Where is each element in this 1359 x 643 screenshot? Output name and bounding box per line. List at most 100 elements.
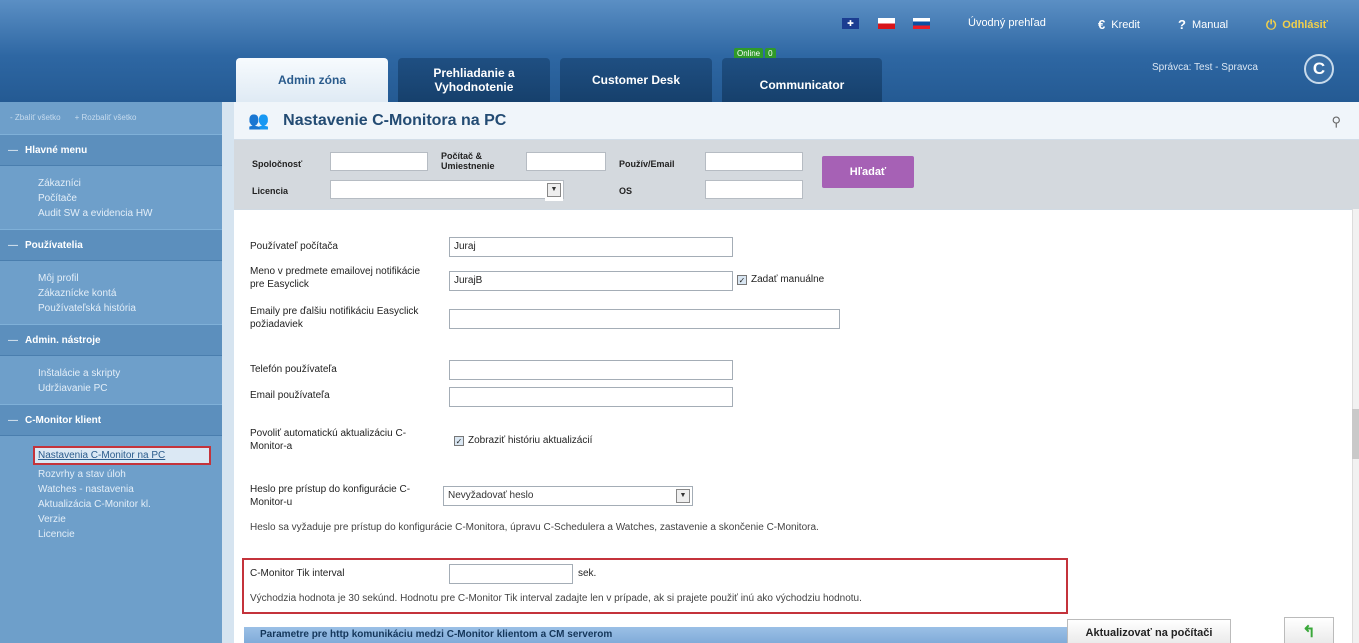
- power-icon: ⏻: [1266, 17, 1277, 32]
- overview-link[interactable]: Úvodný prehľad: [968, 17, 1046, 29]
- tab-customer-desk[interactable]: Customer Desk: [560, 58, 712, 102]
- users-icon: 👥: [248, 110, 270, 130]
- scrollbar-thumb[interactable]: [1352, 409, 1359, 459]
- checkbox-checked-icon[interactable]: ✓: [454, 436, 464, 446]
- config-password-select[interactable]: Nevyžadovať heslo ▼: [443, 486, 693, 506]
- app-logo: C: [1304, 54, 1334, 84]
- credit-link-label: Kredit: [1111, 18, 1140, 31]
- sidebar-item-watches[interactable]: Watches - nastavenia: [38, 482, 222, 497]
- sidebar-item-aktualizacia[interactable]: Aktualizácia C-Monitor kl.: [38, 497, 222, 512]
- phone-label: Telefón používateľa: [250, 364, 337, 375]
- manual-entry-option[interactable]: ✓ Zadať manuálne: [737, 274, 824, 287]
- tik-interval-input[interactable]: [449, 564, 573, 584]
- sidebar-item-moj-profil[interactable]: Môj profil: [38, 271, 222, 286]
- logout-link[interactable]: ⏻ Odhlásiť: [1266, 17, 1328, 33]
- sidebar-item-verzie[interactable]: Verzie: [38, 512, 222, 527]
- chevron-down-icon: ▼: [676, 489, 690, 503]
- filter-company-input[interactable]: [330, 152, 428, 171]
- http-params-header[interactable]: Parametre pre http komunikáciu medzi C-M…: [244, 627, 1082, 643]
- collapse-all-link[interactable]: - Zbaliť všetko: [10, 113, 61, 134]
- sidebar-item-zakaznici[interactable]: Zákazníci: [38, 176, 222, 191]
- computer-user-input[interactable]: Juraj: [449, 237, 733, 257]
- filter-user-input[interactable]: [705, 152, 803, 171]
- chevron-down-icon: ▼: [547, 183, 561, 197]
- checkbox-checked-icon[interactable]: ✓: [737, 275, 747, 285]
- back-arrow-icon: ↰: [1302, 623, 1316, 641]
- cz-flag-icon[interactable]: [878, 18, 895, 29]
- filter-license-select[interactable]: ▼: [330, 180, 564, 201]
- page-title: Nastavenie C-Monitora na PC: [283, 111, 507, 129]
- tik-interval-label: C-Monitor Tik interval: [250, 568, 345, 579]
- notification-name-label: Meno v predmete emailovej notifikácie pr…: [250, 266, 421, 290]
- sidebar-item-pocitace[interactable]: Počítače: [38, 191, 222, 206]
- sidebar-section-c-monitor-klient[interactable]: C-Monitor klient: [0, 404, 222, 436]
- tab-label: Communicator: [759, 77, 845, 92]
- top-bar: ✚ Úvodný prehľad € Kredit ? Manual ⏻ Odhlás…: [0, 0, 1359, 45]
- tab-label: Admin zóna: [278, 72, 346, 87]
- computer-user-label: Používateľ počítača: [250, 241, 338, 252]
- section-title: C-Monitor klient: [25, 414, 102, 426]
- admin-user-label: Správca: Test - Spravca: [1152, 62, 1258, 73]
- sidebar-section-items: Môj profil Zákaznícke kontá Používateľsk…: [0, 261, 222, 324]
- filter-user-label: Použív/Email: [619, 159, 675, 169]
- tab-prehliadanie[interactable]: Prehliadanie a Vyhodnotenie: [398, 58, 550, 102]
- tab-label: Customer Desk: [591, 72, 681, 87]
- sidebar-item-nastavenia-c-monitor[interactable]: Nastavenia C-Monitor na PC: [33, 446, 211, 465]
- sidebar-item-audit[interactable]: Audit SW a evidencia HW: [38, 206, 222, 221]
- sidebar-section-hlavne-menu[interactable]: Hlavné menu: [0, 134, 222, 166]
- update-history-label: Zobraziť históriu aktualizácií: [468, 435, 593, 446]
- filter-license-label: Licencia: [252, 186, 289, 196]
- logout-link-label: Odhlásiť: [1282, 19, 1328, 31]
- sidebar-item-licencie[interactable]: Licencie: [38, 527, 222, 542]
- sidebar: - Zbaliť všetko + Rozbaliť všetko Hlavné…: [0, 102, 222, 643]
- tik-interval-note: Východzia hodnota je 30 sekúnd. Hodnotu …: [250, 593, 862, 604]
- sidebar-splitter[interactable]: [222, 102, 234, 643]
- sidebar-item-zakaznicke-konta[interactable]: Zákaznícke kontá: [38, 286, 222, 301]
- notification-name-input[interactable]: JurajB: [449, 271, 733, 291]
- email-input[interactable]: [449, 387, 733, 407]
- extra-emails-input[interactable]: [449, 309, 840, 329]
- update-history-option[interactable]: ✓ Zobraziť históriu aktualizácií: [454, 435, 592, 448]
- filter-os-input[interactable]: [705, 180, 803, 199]
- tik-interval-unit: sek.: [578, 568, 597, 579]
- euro-icon: €: [1098, 17, 1106, 32]
- section-title: Používatelia: [25, 239, 83, 251]
- expand-all-link[interactable]: + Rozbaliť všetko: [75, 113, 137, 134]
- config-password-value: Nevyžadovať heslo: [448, 490, 534, 501]
- sidebar-section-admin-nastroje[interactable]: Admin. nástroje: [0, 324, 222, 356]
- tab-label: Prehliadanie a Vyhodnotenie: [433, 65, 515, 94]
- app-header: ✚ Úvodný prehľad € Kredit ? Manual ⏻ Odhlás…: [0, 0, 1359, 102]
- filter-os-label: OS: [619, 186, 633, 196]
- sidebar-item-rozvrhy[interactable]: Rozvrhy a stav úloh: [38, 467, 222, 482]
- config-password-note: Heslo sa vyžaduje pre prístup do konfigu…: [250, 522, 819, 533]
- phone-input[interactable]: [449, 360, 733, 380]
- update-on-computer-button[interactable]: Aktualizovať na počítači: [1067, 619, 1231, 643]
- sidebar-section-pouzivatelia[interactable]: Používatelia: [0, 229, 222, 261]
- tik-interval-highlight: [242, 558, 1068, 614]
- search-button[interactable]: Hľadať: [822, 156, 914, 188]
- main-content: 👥 Nastavenie C-Monitora na PC ⚲ Spoločno…: [234, 102, 1359, 643]
- back-button[interactable]: ↰: [1284, 617, 1334, 643]
- email-label: Email používateľa: [250, 390, 330, 401]
- help-icon: ?: [1178, 17, 1186, 32]
- search-icon[interactable]: ⚲: [1331, 114, 1341, 130]
- tab-admin-zona[interactable]: Admin zóna: [236, 58, 388, 102]
- credit-link[interactable]: € Kredit: [1098, 17, 1140, 32]
- settings-form: Používateľ počítača Juraj Meno v predmet…: [234, 209, 1359, 643]
- sk-flag-icon[interactable]: [913, 18, 930, 29]
- filter-company-label: Spoločnosť: [252, 159, 303, 169]
- manual-link[interactable]: ? Manual: [1178, 17, 1228, 32]
- uk-flag-icon[interactable]: ✚: [842, 18, 859, 29]
- sidebar-item-historia[interactable]: Používateľská história: [38, 301, 222, 316]
- filter-panel: Spoločnosť Počítač & Umiestnenie Použív/…: [234, 140, 1359, 209]
- sidebar-item-instalacie[interactable]: Inštalácie a skripty: [38, 366, 222, 381]
- overview-link-label: Úvodný prehľad: [968, 17, 1046, 29]
- auto-update-label: Povoliť automatickú aktualizáciu C-Monit…: [250, 428, 407, 452]
- filter-computer-input[interactable]: [526, 152, 606, 171]
- manual-entry-label: Zadať manuálne: [751, 274, 825, 285]
- tab-communicator[interactable]: Communicator: [722, 58, 882, 102]
- sidebar-toggle-bar: - Zbaliť všetko + Rozbaliť všetko: [0, 102, 222, 134]
- sidebar-section-items: Nastavenia C-Monitor na PC Rozvrhy a sta…: [0, 436, 222, 550]
- sidebar-item-udrziavanie[interactable]: Udržiavanie PC: [38, 381, 222, 396]
- scrollbar[interactable]: [1352, 209, 1359, 643]
